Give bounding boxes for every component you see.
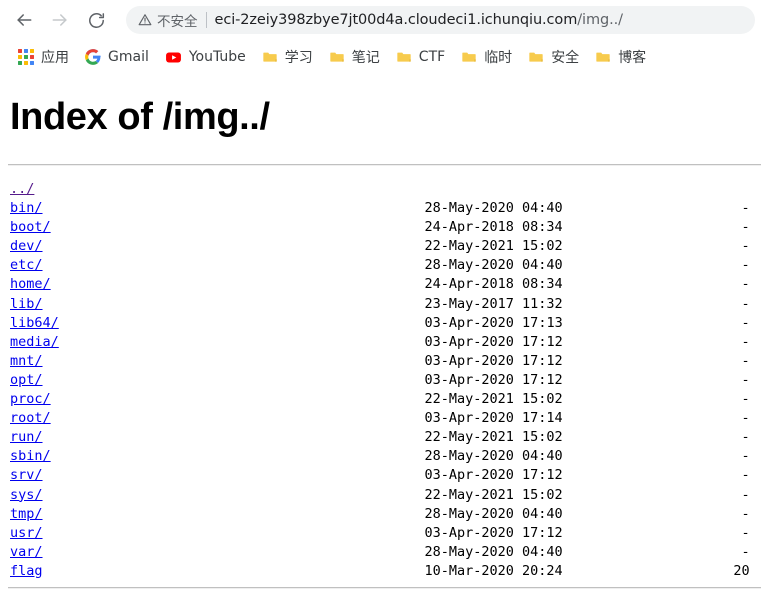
bookmark-label: CTF (418, 49, 446, 65)
bookmark-label: YouTube (188, 49, 246, 65)
folder-icon (461, 49, 477, 65)
listing-link[interactable]: bin/ (10, 200, 43, 216)
folder-icon (396, 49, 412, 65)
listing-link[interactable]: boot/ (10, 219, 51, 235)
bottom-divider (8, 586, 761, 589)
bookmark-folder-boke[interactable]: 博客 (587, 44, 654, 70)
listing-link[interactable]: run/ (10, 429, 43, 445)
top-divider (8, 164, 761, 166)
warning-triangle-icon (138, 13, 152, 27)
bookmarks-bar: 应用 Gmail YouTube 学习 笔记 CTF 临时 安全 博客 (0, 40, 769, 74)
bookmark-apps[interactable]: 应用 (10, 44, 77, 70)
listing-link[interactable]: srv/ (10, 467, 43, 483)
listing-link[interactable]: opt/ (10, 372, 43, 388)
url-host: eci-2zeiy398zbye7jt00d4a.cloudeci1.ichun… (214, 12, 578, 28)
listing-link[interactable]: etc/ (10, 257, 43, 273)
bookmark-label: 应用 (41, 50, 69, 66)
listing-link[interactable]: tmp/ (10, 506, 43, 522)
bookmark-folder-anquan[interactable]: 安全 (520, 44, 587, 70)
listing-link[interactable]: lib/ (10, 296, 43, 312)
listing-link[interactable]: home/ (10, 276, 51, 292)
bookmark-label: 临时 (484, 50, 513, 66)
arrow-right-icon (50, 10, 70, 30)
listing-link[interactable]: mnt/ (10, 353, 43, 369)
bookmark-label: 学习 (284, 50, 313, 66)
page-title: Index of /img../ (10, 96, 270, 138)
folder-icon (528, 49, 544, 65)
url-path: /img../ (577, 12, 623, 28)
arrow-left-icon (14, 10, 34, 30)
listing-link[interactable]: sys/ (10, 487, 43, 503)
listing-link[interactable]: media/ (10, 334, 59, 350)
address-bar[interactable]: 不安全 eci-2zeiy398zbye7jt00d4a.cloudeci1.i… (126, 6, 755, 34)
reload-icon (87, 11, 106, 30)
listing-link[interactable]: lib64/ (10, 315, 59, 331)
bookmark-label: 安全 (551, 50, 580, 66)
back-button[interactable] (8, 4, 40, 36)
url-display[interactable]: eci-2zeiy398zbye7jt00d4a.cloudeci1.ichun… (215, 12, 623, 28)
listing-link[interactable]: proc/ (10, 391, 51, 407)
gmail-icon (85, 49, 101, 65)
folder-icon (329, 49, 345, 65)
directory-listing: ../ bin/ 28-May-2020 04:40 - boot/ 24-Ap… (10, 181, 750, 579)
listing-link[interactable]: dev/ (10, 238, 43, 254)
security-status-label[interactable]: 不安全 (157, 10, 198, 30)
bookmark-folder-ctf[interactable]: CTF (388, 44, 453, 70)
browser-toolbar: 不安全 eci-2zeiy398zbye7jt00d4a.cloudeci1.i… (0, 0, 769, 40)
listing-link[interactable]: root/ (10, 410, 51, 426)
directory-index-page: Index of /img../ ../ bin/ 28-May-2020 04… (0, 96, 769, 612)
browser-chrome: 不安全 eci-2zeiy398zbye7jt00d4a.cloudeci1.i… (0, 0, 769, 74)
listing-link[interactable]: ../ (10, 181, 34, 197)
listing-link[interactable]: usr/ (10, 525, 43, 541)
bookmark-folder-xuexi[interactable]: 学习 (254, 44, 321, 70)
bookmark-label: Gmail (108, 49, 149, 65)
bookmark-folder-linshi[interactable]: 临时 (453, 44, 520, 70)
listing-link[interactable]: var/ (10, 544, 43, 560)
bookmark-label: 笔记 (351, 50, 380, 66)
listing-link[interactable]: flag (10, 563, 43, 579)
forward-button (44, 4, 76, 36)
bookmark-folder-biji[interactable]: 笔记 (321, 44, 388, 70)
bookmark-youtube[interactable]: YouTube (157, 44, 254, 70)
youtube-icon (165, 49, 182, 66)
bookmark-gmail[interactable]: Gmail (77, 44, 157, 70)
listing-link[interactable]: sbin/ (10, 448, 51, 464)
omnibox-divider (205, 12, 207, 28)
reload-button[interactable] (80, 4, 112, 36)
bookmark-label: 博客 (618, 50, 647, 66)
folder-icon (262, 49, 278, 65)
folder-icon (595, 49, 611, 65)
apps-grid-icon (18, 49, 34, 65)
